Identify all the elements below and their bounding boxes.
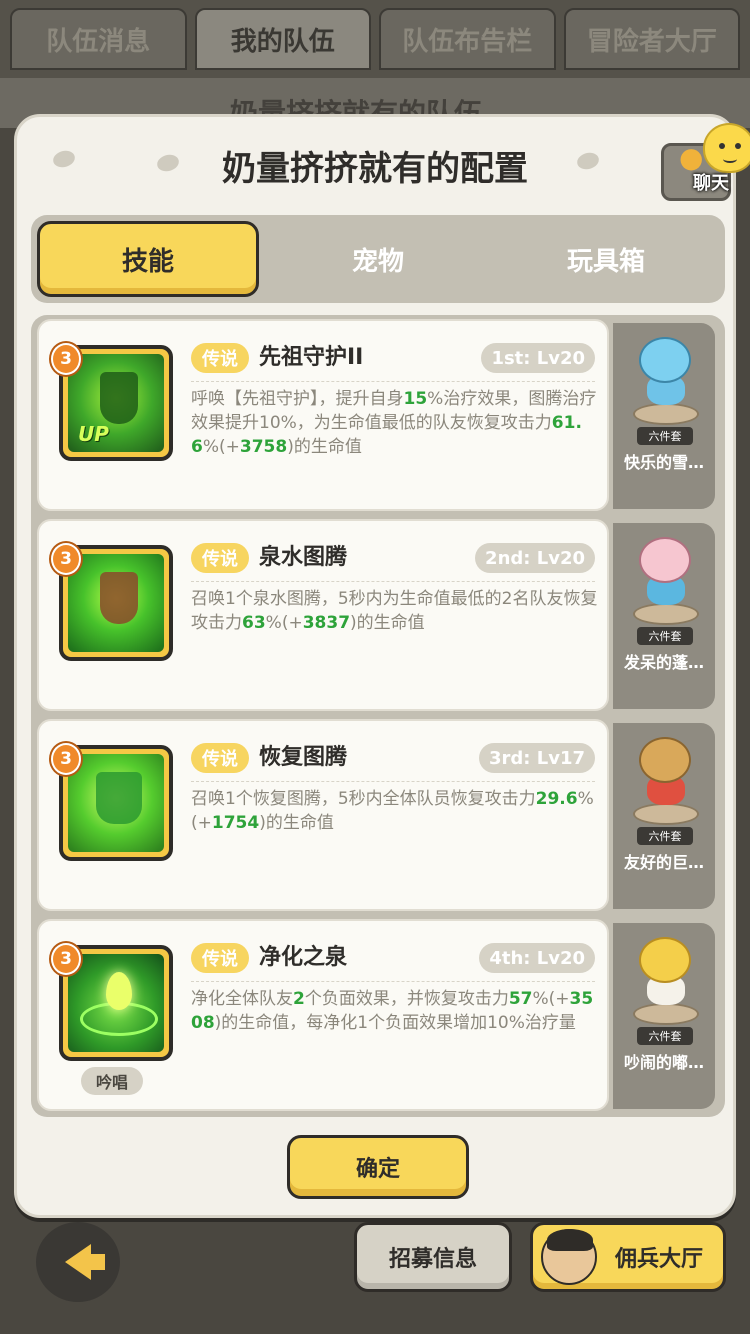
skill-row[interactable]: 3 传说 泉水图腾 2nd: Lv20 召唤1个泉水图腾，5秒内为生命值最低的2… (37, 519, 719, 711)
rarity-tag: 传说 (191, 343, 249, 373)
pet-head (639, 537, 691, 583)
skill-order-level: 4th: Lv20 (479, 943, 595, 973)
chant-badge: 吟唱 (81, 1067, 143, 1095)
rarity-tag: 传说 (191, 743, 249, 773)
skill-name: 净化之泉 (259, 945, 348, 970)
chat-mascot-icon[interactable] (703, 123, 750, 173)
skill-card[interactable]: UP 3 传说 先祖守护II 1st: Lv20 呼唤【先祖守护】，提升自身15… (37, 319, 609, 511)
skill-row[interactable]: UP 3 传说 先祖守护II 1st: Lv20 呼唤【先祖守护】，提升自身15… (37, 319, 719, 511)
confirm-button[interactable]: 确定 (287, 1135, 469, 1199)
modal-title: 奶量挤挤就有的配置 (222, 149, 528, 189)
recovery-totem-icon (68, 754, 164, 852)
pet-head (639, 937, 691, 983)
water-drop-glyph (106, 972, 132, 1010)
up-badge: UP (78, 422, 109, 446)
pet-figure (629, 537, 701, 625)
chat-label: 聊天 (693, 173, 729, 194)
skill-row[interactable]: 3 吟唱 传说 净化之泉 4th: Lv20 净化全体队友2个负面效果，并恢复攻… (37, 919, 719, 1111)
pet-figure (629, 337, 701, 425)
star-level-badge: 3 (51, 543, 81, 575)
skill-description: 召唤1个泉水图腾，5秒内为生命值最低的2名队友恢复攻击力63%(+3837)的生… (191, 589, 598, 633)
rarity-tag: 传说 (191, 943, 249, 973)
pet-set-label: 六件套 (637, 1027, 693, 1045)
tab-pets[interactable]: 宠物 (267, 221, 489, 297)
pet-set-label: 六件套 (637, 627, 693, 645)
segment-tabs: 技能 宠物 玩具箱 (31, 215, 725, 303)
pet-set-label: 六件套 (637, 827, 693, 845)
divider (191, 781, 595, 782)
tab-team-board[interactable]: 队伍布告栏 (379, 8, 556, 70)
pet-pedestal (633, 603, 699, 625)
pet-panel[interactable]: 六件套 发呆的蓬… (613, 523, 715, 709)
divider (191, 581, 595, 582)
pet-name: 友好的巨… (623, 853, 704, 872)
purify-spring-icon (68, 954, 164, 1052)
pet-name: 吵闹的嘟… (623, 1053, 704, 1072)
tab-my-team[interactable]: 我的队伍 (194, 8, 371, 70)
totem-glyph (100, 572, 138, 624)
back-arrow-icon (65, 1244, 105, 1280)
pet-name: 快乐的雪… (623, 453, 704, 472)
skill-order-level: 3rd: Lv17 (478, 743, 595, 773)
skill-name: 泉水图腾 (259, 545, 348, 570)
spring-totem-icon (68, 554, 164, 652)
mercenary-avatar-icon (541, 1229, 597, 1285)
tab-toybox[interactable]: 玩具箱 (495, 221, 717, 297)
totem-glyph (100, 372, 138, 424)
pet-figure (629, 737, 701, 825)
pet-set-label: 六件套 (637, 427, 693, 445)
mercenary-hall-button[interactable]: 佣兵大厅 (530, 1222, 726, 1292)
pet-head (639, 337, 691, 383)
recruit-info-button[interactable]: 招募信息 (354, 1222, 512, 1292)
skill-list: UP 3 传说 先祖守护II 1st: Lv20 呼唤【先祖守护】，提升自身15… (31, 315, 725, 1117)
pet-panel[interactable]: 六件套 快乐的雪… (613, 323, 715, 509)
divider (191, 981, 595, 982)
skill-description: 召唤1个恢复图腾，5秒内全体队员恢复攻击力29.6%(+1754)的生命值 (191, 789, 594, 833)
pet-head (639, 737, 691, 783)
skill-card[interactable]: 3 吟唱 传说 净化之泉 4th: Lv20 净化全体队友2个负面效果，并恢复攻… (37, 919, 609, 1111)
top-tab-bar: 队伍消息 我的队伍 队伍布告栏 冒险者大厅 (0, 0, 750, 78)
back-button[interactable] (36, 1222, 120, 1302)
star-level-badge: 3 (51, 943, 81, 975)
star-level-badge: 3 (51, 343, 81, 375)
divider (191, 381, 595, 382)
tab-adventurer-hall[interactable]: 冒险者大厅 (563, 8, 740, 70)
config-modal: 奶量挤挤就有的配置 ● 聊天 技能 宠物 玩具箱 UP 3 传说 先祖守护II … (14, 114, 750, 1218)
pet-name: 发呆的蓬… (623, 653, 704, 672)
skill-row[interactable]: 3 传说 恢复图腾 3rd: Lv17 召唤1个恢复图腾，5秒内全体队员恢复攻击… (37, 719, 719, 911)
pet-panel[interactable]: 六件套 友好的巨… (613, 723, 715, 909)
skill-card[interactable]: 3 传说 恢复图腾 3rd: Lv17 召唤1个恢复图腾，5秒内全体队员恢复攻击… (37, 719, 609, 911)
skill-description: 净化全体队友2个负面效果，并恢复攻击力57%(+3508)的生命值，每净化1个负… (191, 989, 594, 1033)
totem-glyph (96, 772, 142, 824)
skill-description: 呼唤【先祖守护】，提升自身15%治疗效果，图腾治疗效果提升10%，为生命值最低的… (191, 389, 597, 457)
skill-order-level: 1st: Lv20 (481, 343, 595, 373)
mercenary-hall-label: 佣兵大厅 (614, 1247, 703, 1272)
star-level-badge: 3 (51, 743, 81, 775)
skill-name: 先祖守护II (259, 345, 364, 370)
pet-pedestal (633, 803, 699, 825)
pet-figure (629, 937, 701, 1025)
skill-order-level: 2nd: Lv20 (475, 543, 595, 573)
skill-card[interactable]: 3 传说 泉水图腾 2nd: Lv20 召唤1个泉水图腾，5秒内为生命值最低的2… (37, 519, 609, 711)
skill-name: 恢复图腾 (259, 745, 348, 770)
pet-panel[interactable]: 六件套 吵闹的嘟… (613, 923, 715, 1109)
pet-pedestal (633, 1003, 699, 1025)
ancestor-guard-icon: UP (68, 354, 164, 452)
rarity-tag: 传说 (191, 543, 249, 573)
tab-team-messages[interactable]: 队伍消息 (10, 8, 187, 70)
pet-pedestal (633, 403, 699, 425)
tab-skills[interactable]: 技能 (37, 221, 259, 297)
